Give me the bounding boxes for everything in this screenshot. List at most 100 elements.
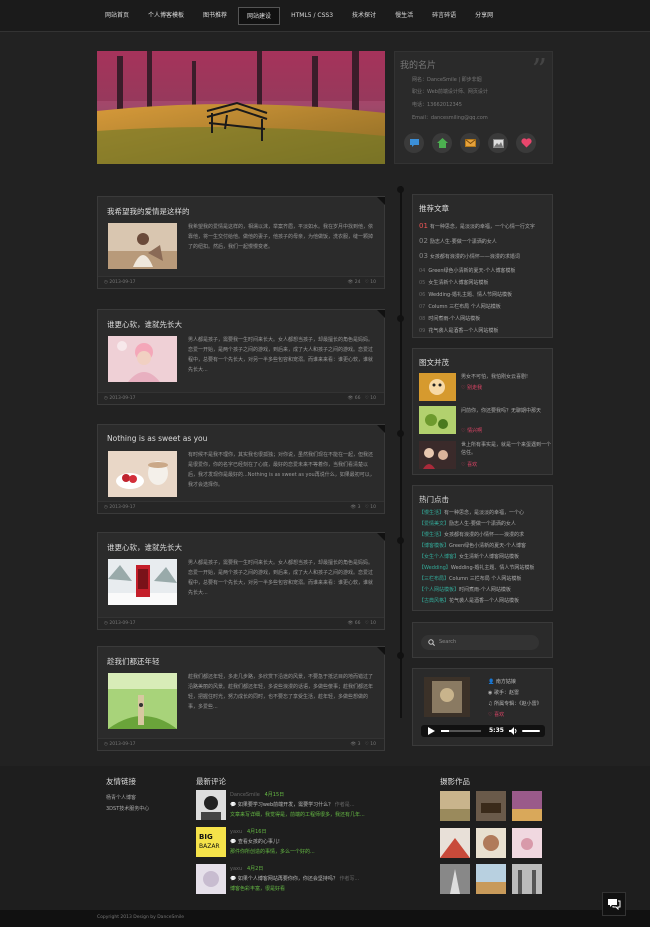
article-thumbnail[interactable] — [108, 451, 177, 497]
comment-title[interactable]: 💬 如果要学习web前端开发，需要学习什么？ 作者是... — [230, 801, 355, 808]
photo-thumbnail[interactable] — [440, 828, 470, 858]
article-thumbnail[interactable] — [108, 673, 177, 729]
comment-title[interactable]: 💬 如果个人博客网站再要你你，你还会坚持吗？ 作者写... — [230, 875, 359, 882]
article-card[interactable]: 我希望我的爱情是这样的 我希望我的爱情是这样的，相濡以沫，举案齐眉，平淡如水。我… — [97, 196, 385, 289]
pictext-thumbnail[interactable] — [419, 441, 456, 469]
article-card[interactable]: 谁更心软，谁就先长大 男人都是孩子，需要我一生时间来长大。女人都想当孩子，却最擅… — [97, 309, 385, 405]
corner-flag — [377, 533, 385, 541]
nav-item[interactable]: 碎言碎语 — [424, 7, 464, 25]
hot-item[interactable]: 【慢生活】女孩都有浪漫的小情怀——浪漫的求 — [419, 531, 524, 538]
nav-item[interactable]: 个人博客模板 — [140, 7, 192, 25]
pictext-tag[interactable]: ♡ 喜欢 — [461, 461, 477, 468]
photo-thumbnail[interactable] — [440, 864, 470, 894]
mail-icon[interactable] — [460, 133, 480, 153]
article-counts: 👁 24 ♡ 10 — [347, 280, 376, 285]
article-title[interactable]: 趁我们都还年轻 — [107, 656, 160, 667]
photo-thumbnail[interactable] — [512, 864, 542, 894]
heart-icon[interactable] — [516, 133, 536, 153]
recommend-item[interactable]: 05 女生清新个人博客网站模板 — [419, 279, 488, 286]
music-like[interactable]: ♡ 喜欢 — [488, 711, 504, 718]
photo-thumbnail[interactable] — [512, 828, 542, 858]
recommend-item[interactable]: 02 励志人生-要做一个潇洒的女人 — [419, 237, 497, 245]
chat-bubble-icon[interactable] — [404, 133, 424, 153]
recommend-item[interactable]: 06 Wedding-婚礼主题、情人节网站模板 — [419, 291, 512, 298]
hot-item[interactable]: 【古典风格】花气袭人是酒香—个人网站模板 — [419, 597, 519, 604]
play-icon[interactable] — [427, 727, 435, 735]
recommend-item[interactable]: 08 时间煮雨-个人网站模板 — [419, 315, 480, 322]
nav-item[interactable]: 网站首页 — [97, 7, 137, 25]
search-panel: Search — [412, 622, 553, 658]
timeline-dot — [397, 652, 404, 659]
pictext-text[interactable]: 男女不可怕，我怕刚女云喜剧! — [461, 373, 551, 381]
hot-item[interactable]: 【三栏布局】Column 三栏布局 个人网站模板 — [419, 575, 521, 582]
article-thumbnail[interactable] — [108, 223, 177, 269]
article-thumbnail[interactable] — [108, 336, 177, 382]
corner-flag — [377, 197, 385, 205]
hot-item[interactable]: 【爱情美文】励志人生-要做一个潇洒的女人 — [419, 520, 516, 527]
comment-avatar[interactable]: BIG BAZAR — [196, 827, 226, 857]
progress-track[interactable] — [441, 730, 481, 732]
search-icon — [428, 639, 435, 646]
hot-item[interactable]: 【个人网站模板】时间煮雨-个人网站模板 — [419, 586, 511, 593]
hot-item[interactable]: 【博客模板】Green绿色小清新的夏天-个人博客 — [419, 542, 526, 549]
nav-item[interactable]: 网站建设 — [238, 7, 281, 25]
article-thumbnail[interactable] — [108, 559, 177, 605]
comment-avatar[interactable] — [196, 864, 226, 894]
article-title[interactable]: 我希望我的爱情是这样的 — [107, 206, 190, 217]
volume-slider[interactable] — [522, 730, 540, 732]
article-card[interactable]: 趁我们都还年轻 趁我们都还年轻，多走几步路，多欣赏下沿途的风景，不要急于抵达目的… — [97, 646, 385, 751]
pictext-tag[interactable]: ♡ 别走我 — [461, 384, 482, 391]
photo-thumbnail[interactable] — [512, 791, 542, 821]
article-meta: ◷ 2013-09-17 👁 24 ♡ 10 — [98, 276, 384, 288]
hot-item[interactable]: 【女生个人博客】女生清新个人博客网站模板 — [419, 553, 519, 560]
recommend-item[interactable]: 03 女孩都有浪漫的小情怀——浪漫的求婚词 — [419, 252, 520, 260]
article-card[interactable]: 谁更心软，谁就先长大 男人都是孩子，需要我一生时间来长大。女人都想当孩子，却最擅… — [97, 532, 385, 630]
photo-thumbnail[interactable] — [476, 828, 506, 858]
article-date: ◷ 2013-09-17 — [104, 505, 136, 510]
article-title[interactable]: 谁更心软，谁就先长大 — [107, 542, 182, 553]
home-icon[interactable] — [432, 133, 452, 153]
comments-title: 最新评论 — [196, 777, 226, 786]
pictext-text[interactable]: 世上所有事实是，就是一个来蛋遇到一个信任。 — [461, 441, 551, 457]
pictext-thumbnail[interactable] — [419, 406, 456, 434]
volume-icon[interactable] — [509, 727, 518, 735]
photo-thumbnail[interactable] — [476, 791, 506, 821]
nav-item[interactable]: 图书推荐 — [195, 7, 235, 25]
comment-title[interactable]: 💬 查看女孩的心事儿! — [230, 838, 280, 845]
timeline-dot — [397, 186, 404, 193]
corner-flag — [377, 310, 385, 318]
corner-flag — [377, 647, 385, 655]
photo-thumbnail[interactable] — [476, 864, 506, 894]
friend-link[interactable]: 杨青个人博客 — [106, 794, 136, 801]
recommend-item[interactable]: 01 有一种思念，是淡淡的幸福，一个心情一行文字 — [419, 222, 535, 230]
recommend-title: 推荐文章 — [419, 204, 449, 213]
comment-avatar[interactable] — [196, 790, 226, 820]
hot-item[interactable]: 【慢生活】有一种思念，是淡淡的幸福，一个心 — [419, 509, 524, 516]
nav-item[interactable]: 分享网 — [467, 7, 501, 25]
article-date: ◷ 2013-09-17 — [104, 621, 136, 626]
article-title[interactable]: Nothing is as sweet as you — [107, 434, 207, 443]
pictext-text[interactable]: 问前你，你还要我吗？无聊期中那天 — [461, 407, 551, 415]
links-title: 友情链接 — [106, 777, 136, 786]
nav-item[interactable]: HTML5 / CSS3 — [283, 7, 341, 25]
recommend-item[interactable]: 04 Green绿色小清新的夏天-个人博客模板 — [419, 267, 515, 274]
friend-link[interactable]: 3DST技术服务中心 — [106, 805, 149, 812]
hot-item[interactable]: 【Wedding】Wedding-婚礼主题、情人节网站模板 — [419, 564, 534, 571]
photo-icon[interactable] — [488, 133, 508, 153]
nav-item[interactable]: 技术探讨 — [344, 7, 384, 25]
recommend-item[interactable]: 09 花气袭人是酒香—个人网站模板 — [419, 327, 498, 334]
article-card[interactable]: Nothing is as sweet as you 有时候不是我不理你，其实我… — [97, 424, 385, 514]
photo-thumbnail[interactable] — [440, 791, 470, 821]
article-title[interactable]: 谁更心软，谁就先长大 — [107, 319, 182, 330]
article-meta: ◷ 2013-09-17 👁 66 ♡ 10 — [98, 617, 384, 629]
recommend-item[interactable]: 07 Column 三栏布局 个人网站模板 — [419, 303, 501, 310]
pictext-thumbnail[interactable] — [419, 373, 456, 401]
svg-text:BIG: BIG — [199, 833, 213, 841]
article-excerpt: 有时候不是我不理你，其实我也很孤独；对你说，虽然我们现在不能在一起，但我还是很爱… — [188, 452, 375, 488]
chat-widget-button[interactable] — [602, 892, 626, 916]
search-placeholder: Search — [439, 639, 457, 645]
article-counts: 👁 66 ♡ 10 — [347, 396, 376, 401]
nav-item[interactable]: 慢生活 — [387, 7, 421, 25]
pictext-tag[interactable]: ♡ 情兴啊 — [461, 427, 482, 434]
search-input[interactable]: Search — [421, 635, 539, 650]
